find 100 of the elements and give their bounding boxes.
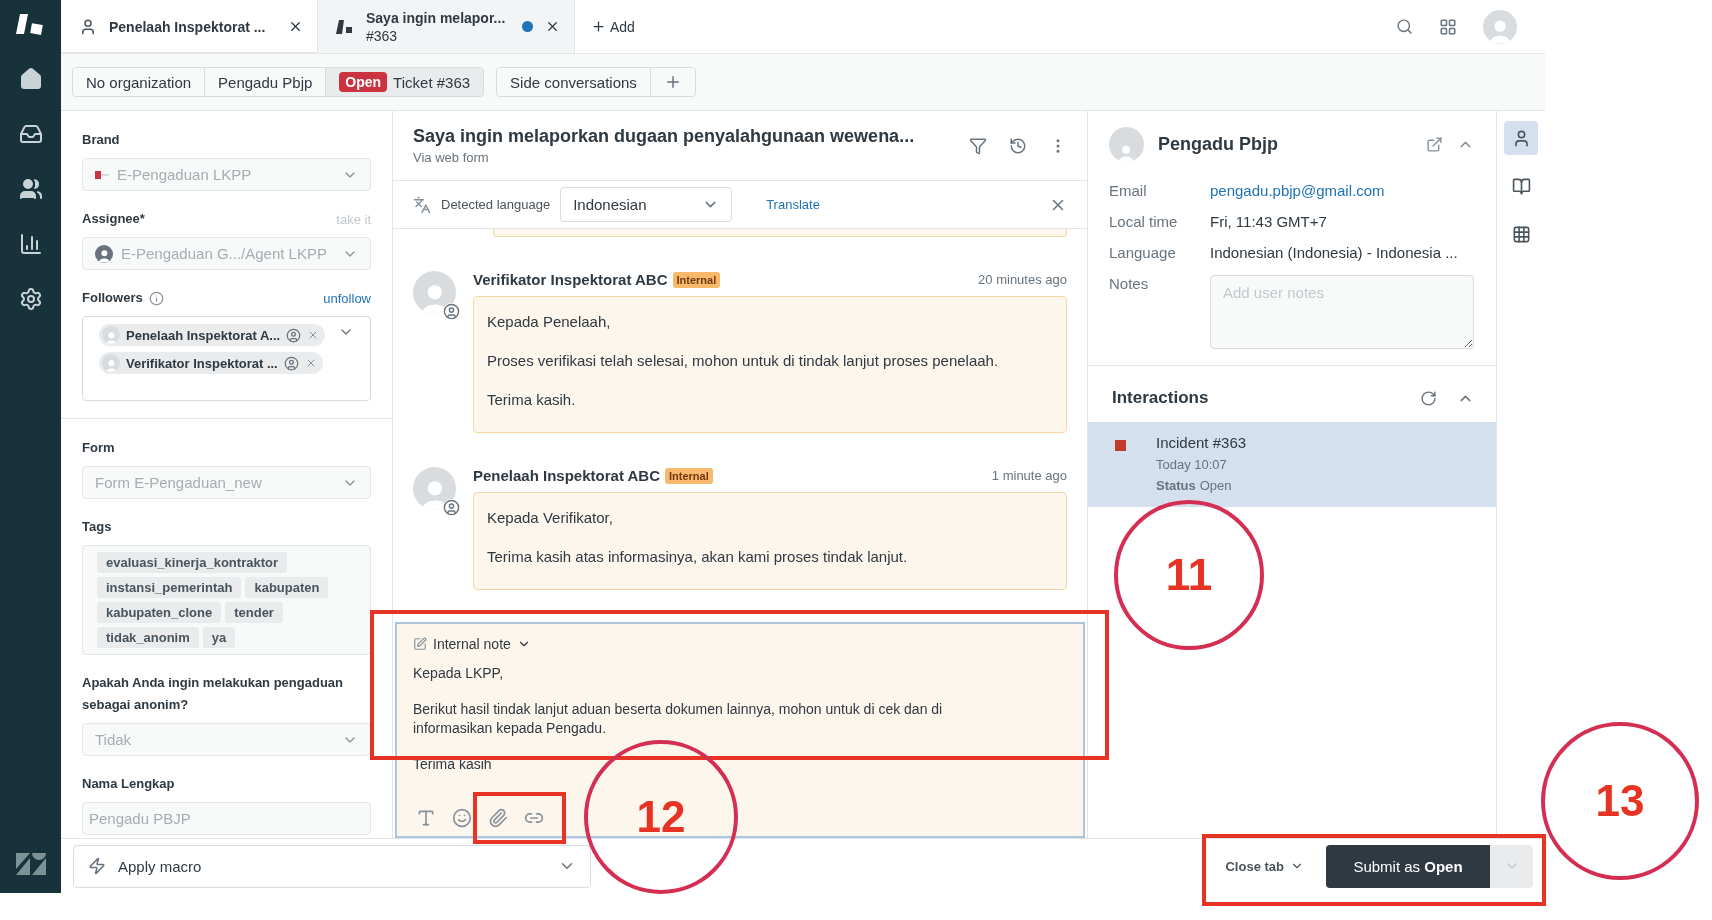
avatar-icon bbox=[102, 354, 120, 372]
user-panel-button[interactable] bbox=[1504, 121, 1538, 155]
field-action-link[interactable]: unfollow bbox=[323, 290, 371, 306]
tab-title: Penelaah Inspektorat ... bbox=[109, 17, 267, 36]
ticket-channel: Via web form bbox=[413, 150, 490, 165]
grid-icon[interactable] bbox=[1439, 17, 1457, 36]
logo-icon bbox=[15, 12, 46, 36]
reply-text: Kepada LKPP, bbox=[413, 664, 505, 683]
apps-icon bbox=[1511, 224, 1531, 244]
numbered-callout: 11 bbox=[1114, 500, 1264, 650]
flag-icon bbox=[95, 170, 109, 179]
ticket-tab[interactable]: Penelaah Inspektorat ... bbox=[61, 0, 318, 53]
text-format-icon[interactable] bbox=[416, 808, 436, 828]
side-conversations-button[interactable]: Side conversations bbox=[497, 68, 651, 96]
home-icon[interactable] bbox=[18, 67, 43, 91]
tag: kabupaten_clone bbox=[97, 602, 222, 623]
breadcrumb[interactable]: Open Ticket #363 bbox=[326, 68, 484, 96]
close-tab-button[interactable]: Close tab bbox=[1219, 857, 1310, 875]
interaction-item[interactable]: Incident #363 Today 10:07 Status Open bbox=[1088, 422, 1496, 507]
internal-badge: Internal bbox=[665, 467, 713, 484]
tag: instansi_pemerintah bbox=[97, 577, 242, 598]
user-icon bbox=[283, 355, 299, 371]
tab-subtitle: #363 bbox=[366, 26, 399, 45]
reply-mode-button[interactable]: Internal note bbox=[413, 636, 531, 652]
field-label: Form bbox=[82, 439, 115, 457]
user-icon bbox=[443, 303, 460, 320]
info-icon bbox=[148, 290, 164, 306]
tag: kabupaten bbox=[245, 577, 329, 598]
user-icon bbox=[286, 327, 302, 343]
external-link-icon[interactable] bbox=[1426, 136, 1443, 153]
message-author: Penelaah Inspektorat ABC bbox=[473, 467, 660, 484]
message-time: 1 minute ago bbox=[991, 468, 1067, 483]
detail-label: Notes bbox=[1109, 275, 1150, 294]
apply-macro-select[interactable]: Apply macro bbox=[73, 844, 591, 888]
field-label: Tags bbox=[82, 518, 112, 536]
tag: ya bbox=[202, 627, 236, 648]
note-icon bbox=[413, 637, 427, 651]
submit-button[interactable]: Submit as Open bbox=[1326, 844, 1490, 888]
field-label: Followers bbox=[82, 289, 143, 307]
tab-title: Saya ingin melapor... bbox=[366, 8, 507, 27]
avatar bbox=[1109, 127, 1144, 162]
numbered-callout: 12 bbox=[584, 740, 738, 894]
ticket-title: Saya ingin melaporkan dugaan penyalahgunaan wewena... bbox=[413, 126, 916, 147]
email-link[interactable]: pengadu.pbjp@gmail.com bbox=[1210, 182, 1474, 199]
filter-icon[interactable] bbox=[969, 136, 987, 155]
interaction-title: Incident #363 bbox=[1156, 434, 1247, 451]
plus-icon bbox=[591, 19, 606, 34]
field-label: Assignee* bbox=[82, 210, 145, 228]
detail-label: Language bbox=[1109, 244, 1177, 261]
internal-badge: Internal bbox=[672, 271, 721, 288]
interaction-time: Today 10:07 bbox=[1156, 457, 1228, 472]
user-name: Pengadu Pbjp bbox=[1158, 134, 1279, 155]
inbox-icon[interactable] bbox=[18, 122, 43, 146]
reply-text: Berikut hasil tindak lanjut aduan beserta dokumen lainnya, mohon untuk di cek dan di informasikan kepada Pengadu. bbox=[413, 700, 944, 738]
tag: tidak_anonim bbox=[97, 627, 199, 648]
avatar bbox=[413, 271, 456, 314]
language-select[interactable]: Indonesian bbox=[560, 187, 733, 222]
follower-tag[interactable]: Penelaah Inspektorat A... bbox=[99, 324, 326, 346]
emoji-icon[interactable] bbox=[452, 808, 472, 828]
detail-label: Local time bbox=[1109, 213, 1179, 230]
translate-icon bbox=[413, 195, 431, 214]
status-badge: Open bbox=[339, 72, 388, 92]
message-text: Proses verifikasi telah selesai, mohon untuk di tindak lanjut proses penelaah. bbox=[487, 351, 1000, 371]
detail-label: Email bbox=[1109, 182, 1148, 199]
close-icon[interactable] bbox=[288, 19, 303, 34]
close-icon[interactable] bbox=[545, 19, 560, 34]
status-label: Status bbox=[1156, 478, 1196, 493]
message-time: 20 minutes ago bbox=[978, 272, 1067, 287]
avatar bbox=[413, 467, 456, 510]
history-icon[interactable] bbox=[1009, 136, 1027, 155]
status-value: Open bbox=[1199, 478, 1232, 493]
attachment-icon[interactable] bbox=[488, 808, 508, 828]
message-text: Terima kasih. bbox=[487, 390, 577, 410]
section-title: Interactions bbox=[1112, 388, 1210, 408]
numbered-callout: 13 bbox=[1541, 722, 1699, 880]
avatar-icon bbox=[102, 326, 120, 344]
tag: tender bbox=[225, 602, 283, 623]
message-author: Verifikator Inspektorat ABC bbox=[473, 271, 668, 288]
field-label: Nama Lengkap bbox=[82, 775, 175, 793]
ticket-tab[interactable]: Saya ingin melapor... #363 bbox=[318, 0, 575, 53]
field-label: Brand bbox=[82, 131, 120, 149]
add-tab-button[interactable]: Add bbox=[575, 0, 651, 53]
user-icon bbox=[443, 499, 460, 516]
message-text: Kepada Verifikator, bbox=[487, 508, 614, 528]
detail-value: Indonesian (Indonesia) - Indonesia ... bbox=[1210, 244, 1459, 261]
tag: evaluasi_kinerja_kontraktor bbox=[97, 552, 287, 573]
breadcrumb[interactable]: No organization bbox=[73, 68, 206, 96]
bar-chart-icon[interactable] bbox=[18, 232, 43, 256]
follower-tag[interactable]: Verifikator Inspektorat ... bbox=[99, 352, 323, 374]
user-icon bbox=[79, 17, 97, 36]
users-icon[interactable] bbox=[18, 177, 43, 201]
ticket-icon bbox=[336, 18, 354, 35]
detail-value: Fri, 11:43 GMT+7 bbox=[1210, 213, 1328, 230]
translate-link[interactable]: Translate bbox=[766, 197, 820, 212]
followers-field[interactable]: Penelaah Inspektorat A... Verifikator Inspektorat ... bbox=[82, 316, 371, 401]
search-icon[interactable] bbox=[1396, 18, 1413, 35]
settings-icon[interactable] bbox=[18, 287, 43, 311]
avatar-icon bbox=[95, 244, 113, 263]
language-label: Detected language bbox=[441, 197, 551, 212]
refresh-icon[interactable] bbox=[1420, 389, 1437, 407]
